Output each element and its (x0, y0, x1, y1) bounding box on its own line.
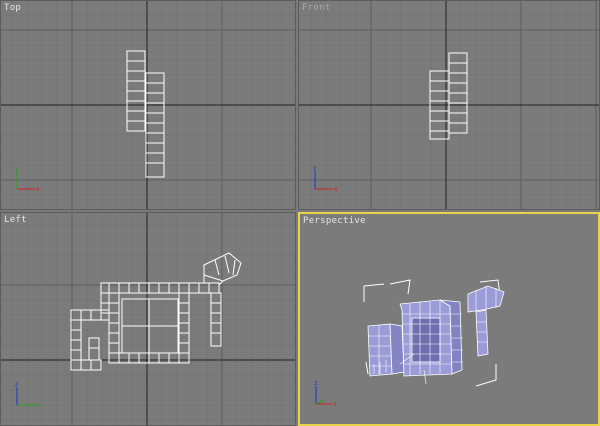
svg-text:y: y (15, 165, 19, 172)
viewport-label[interactable]: Perspective (303, 216, 366, 226)
svg-text:z: z (314, 380, 317, 387)
svg-text:y: y (36, 402, 40, 409)
front-wireframe-object (429, 52, 468, 140)
viewport-label[interactable]: Top (4, 3, 21, 13)
viewport-perspective[interactable]: x z Perspective (298, 212, 600, 426)
viewport-front[interactable]: x z Front (298, 0, 600, 210)
axis-tripod-icon: x z (313, 165, 338, 193)
axis-tripod-icon: x y (15, 165, 40, 193)
svg-text:x: x (334, 186, 338, 193)
left-wireframe-object (70, 252, 242, 371)
viewport-label[interactable]: Left (4, 215, 27, 225)
top-wireframe-object (126, 50, 165, 178)
perspective-shaded-object (363, 279, 505, 387)
svg-text:z: z (313, 165, 316, 172)
viewport-left[interactable]: y z Left (0, 212, 296, 426)
svg-text:x: x (36, 186, 40, 193)
axis-tripod-icon: y z (15, 381, 40, 409)
viewport-top[interactable]: x y Top (0, 0, 296, 210)
svg-text:z: z (15, 381, 18, 388)
viewport-label[interactable]: Front (302, 3, 331, 13)
axis-tripod-icon: x z (314, 380, 337, 408)
svg-text:x: x (333, 401, 337, 408)
